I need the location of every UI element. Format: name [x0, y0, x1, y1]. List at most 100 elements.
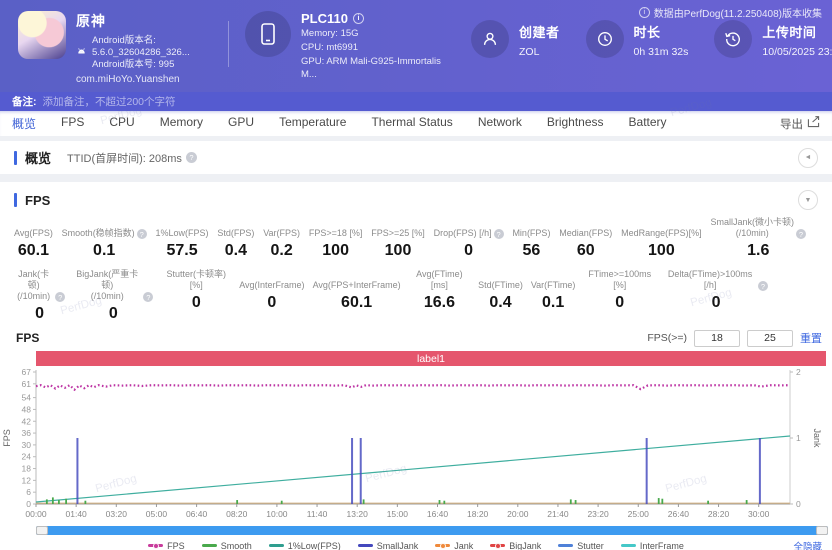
android-icon [76, 44, 87, 62]
metric-help-icon[interactable]: ? [757, 281, 768, 291]
upload-time-value: 10/05/2025 23:09:38 [762, 46, 832, 58]
svg-text:25:00: 25:00 [628, 509, 650, 519]
legend-label: FPS [167, 540, 185, 550]
metric-value: 0 [615, 294, 625, 311]
metric-cell: Avg(FPS) 60.1 [10, 217, 57, 260]
tab-Temperature[interactable]: Temperature [279, 115, 346, 132]
chart-scrollbar[interactable] [36, 526, 828, 535]
overview-collapse-button[interactable]: ◄ [798, 147, 818, 168]
metric-value: 0.1 [541, 294, 565, 311]
fps-collapse-button[interactable]: ▼ [798, 190, 818, 210]
metric-label: MedRange(FPS)[%] [621, 228, 702, 238]
svg-text:05:00: 05:00 [146, 509, 168, 519]
duration-value: 0h 31m 32s [633, 46, 689, 58]
app-info: 原神 Android版本名: 5.6.0_32604286_326... And… [18, 11, 218, 85]
svg-text:21:40: 21:40 [547, 509, 569, 519]
legend-label: 1%Low(FPS) [287, 540, 341, 550]
tab-概览[interactable]: 概览 [12, 115, 36, 132]
metric-help-icon[interactable]: ? [143, 292, 154, 302]
device-info: PLC110 i Memory: 15G CPU: mt6991 GPU: ARM… [245, 11, 453, 81]
metric-label: Std(FTime) [478, 280, 523, 290]
fps-metrics-row-1: Avg(FPS) 60.1 Smooth(稳帧指数)? 0.1 1%Low(FPS) 57… [0, 217, 832, 260]
metric-cell: MedRange(FPS)[%] 100 [617, 217, 706, 260]
remark-bar[interactable]: 备注: 添加备注，不超过200个字符 [0, 92, 832, 111]
chart-label1-band: label1 [36, 351, 826, 366]
scrollbar-left-handle[interactable] [36, 526, 48, 535]
tab-FPS[interactable]: FPS [61, 115, 84, 132]
metric-help-icon[interactable]: ? [493, 229, 504, 239]
fps-chart[interactable]: 676154484236302418126021000:00 01:40 03:20… [0, 366, 832, 520]
metric-cell: Std(FPS) 0.4 [213, 217, 258, 260]
metric-cell: FTime>=100ms [%] 0 [579, 269, 660, 323]
legend-label: BigJank [509, 540, 542, 550]
metric-cell: Avg(FPS+InterFrame) 60.1 [309, 269, 405, 323]
svg-text:61: 61 [22, 379, 32, 389]
legend-item-Stutter[interactable]: Stutter [558, 541, 604, 550]
metric-cell: 1%Low(FPS) 57.5 [152, 217, 213, 260]
fps-chart-title: FPS [16, 331, 40, 345]
device-model: PLC110 [301, 11, 348, 26]
legend-marker [490, 542, 506, 549]
svg-text:6: 6 [26, 487, 31, 497]
tab-Memory[interactable]: Memory [160, 115, 203, 132]
metric-cell: Std(FTime) 0.4 [474, 269, 527, 323]
svg-text:FPS: FPS [2, 429, 12, 447]
metric-cell: SmallJank(微小卡顿) (/10min)? 1.6 [706, 217, 810, 260]
svg-text:36: 36 [22, 428, 32, 438]
metric-label: Avg(FTime) [ms] [416, 269, 463, 290]
ttid-help-icon[interactable]: ? [185, 152, 197, 163]
fps-threshold-input-1[interactable] [694, 329, 740, 347]
metric-help-icon[interactable]: ? [795, 229, 806, 239]
tab-GPU[interactable]: GPU [228, 115, 254, 132]
app-version-code: Android版本号: 995 [92, 59, 175, 70]
fps-threshold-input-2[interactable] [747, 329, 793, 347]
legend-item-Smooth[interactable]: Smooth [201, 541, 252, 550]
app-version-name: Android版本名: 5.6.0_32604286_326... [92, 35, 190, 58]
metric-label: Median(FPS) [559, 228, 613, 238]
tab-Battery[interactable]: Battery [629, 115, 667, 132]
metric-value: 0.2 [270, 242, 293, 259]
app-package: com.miHoYo.Yuanshen [76, 74, 180, 85]
legend-item-SmallJank[interactable]: SmallJank [357, 541, 418, 550]
hide-all-link[interactable]: 全隐藏 [793, 539, 822, 550]
legend-marker [148, 542, 164, 549]
header-divider [228, 21, 229, 67]
legend-item-BigJank[interactable]: BigJank [490, 541, 541, 550]
metric-value: 100 [384, 242, 412, 259]
metric-label: SmallJank(微小卡顿) (/10min)? [710, 217, 806, 239]
svg-text:26:40: 26:40 [668, 509, 690, 519]
tab-Network[interactable]: Network [478, 115, 522, 132]
svg-text:18: 18 [22, 464, 32, 474]
metric-label: Avg(FPS+InterFrame) [312, 280, 401, 290]
metric-label: Std(FPS) [217, 228, 255, 238]
svg-text:30:00: 30:00 [748, 509, 770, 519]
threshold-reset-link[interactable]: 重置 [800, 330, 822, 346]
metric-value: 60.1 [17, 242, 49, 259]
metric-help-icon[interactable]: ? [55, 292, 66, 302]
metric-label: Delta(FTime)>100ms [/h]? [664, 269, 768, 291]
legend-item-1%Low(FPS)[interactable]: 1%Low(FPS) [268, 540, 341, 550]
svg-text:20:00: 20:00 [507, 509, 529, 519]
svg-text:28:20: 28:20 [708, 509, 730, 519]
user-icon [471, 20, 509, 58]
metric-label: Smooth(稳帧指数)? [62, 217, 147, 239]
legend-item-FPS[interactable]: FPS [148, 541, 185, 550]
report-header: 原神 Android版本名: 5.6.0_32604286_326... And… [0, 0, 832, 92]
series-FPS [35, 383, 791, 392]
legend-item-InterFrame[interactable]: InterFrame [620, 541, 684, 550]
export-button[interactable]: 导出 [780, 116, 820, 132]
device-info-icon[interactable]: i [352, 13, 364, 24]
scrollbar-right-handle[interactable] [816, 526, 828, 535]
metric-help-icon[interactable]: ? [136, 229, 147, 239]
fps-threshold-label: FPS(>=) [647, 332, 687, 344]
fps-section-title: FPS [25, 192, 51, 208]
app-icon [18, 11, 66, 59]
legend-item-Jank[interactable]: Jank [435, 541, 473, 550]
metric-label: Stutter(卡顿率) [%] [166, 269, 227, 290]
tab-Brightness[interactable]: Brightness [547, 115, 604, 132]
svg-text:06:40: 06:40 [186, 509, 208, 519]
tab-CPU[interactable]: CPU [109, 115, 134, 132]
metric-cell: Delta(FTime)>100ms [/h]? 0 [660, 269, 772, 323]
svg-text:1: 1 [796, 433, 801, 443]
tab-Thermal Status[interactable]: Thermal Status [371, 115, 452, 132]
